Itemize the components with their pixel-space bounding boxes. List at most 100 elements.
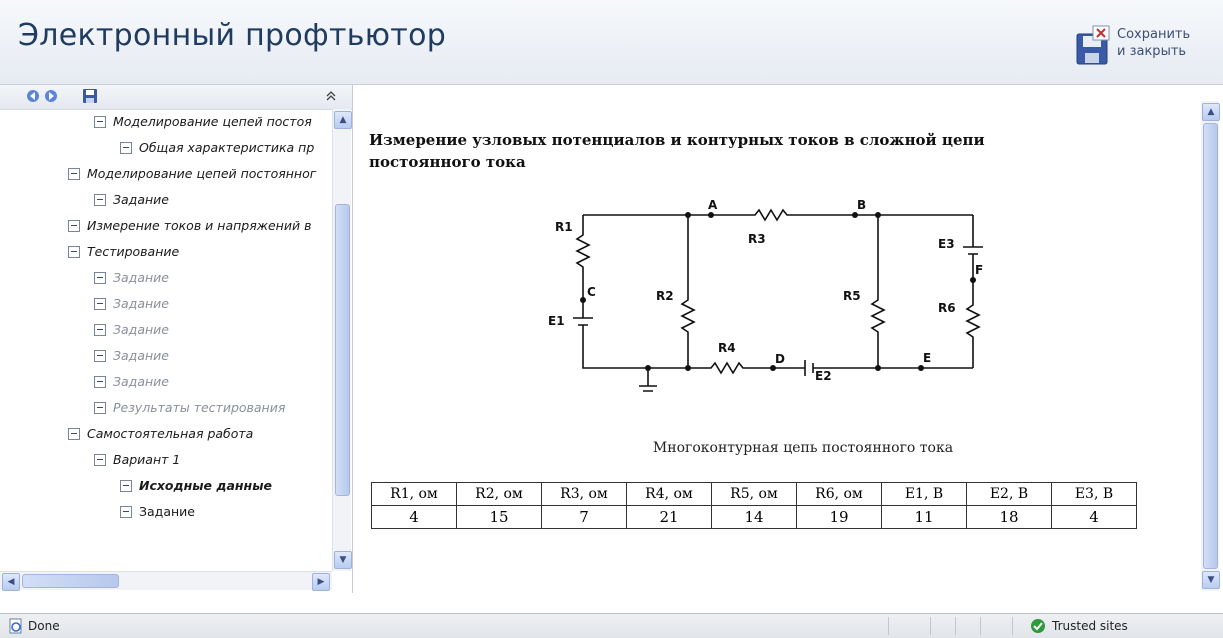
- collapse-box-icon[interactable]: [94, 401, 106, 414]
- tree-hscroll-thumb[interactable]: [22, 574, 119, 588]
- scroll-down-icon[interactable]: ▼: [1202, 571, 1220, 589]
- label-r2: R2: [656, 289, 674, 303]
- content-pane: Измерение узловых потенциалов и контурны…: [353, 85, 1223, 593]
- scroll-up-icon[interactable]: ▲: [334, 111, 352, 129]
- tree-item-general-characteristics[interactable]: Общая характеристика пр: [120, 135, 314, 161]
- table-value-cell: 19: [796, 505, 882, 529]
- table-of-contents-tree: Моделирование цепей постоя Общая характе…: [0, 109, 331, 571]
- tree-item-independent-work[interactable]: Самостоятельная работа: [68, 421, 253, 447]
- page-title: Измерение узловых потенциалов и контурны…: [369, 131, 985, 171]
- collapse-box-icon[interactable]: [68, 427, 80, 440]
- app-title: Электронный профтьютор: [18, 18, 447, 53]
- status-divider: [980, 617, 981, 635]
- table-value-cell: 18: [966, 505, 1052, 529]
- collapse-box-icon[interactable]: [94, 323, 106, 336]
- table-header-cell: E1, В: [881, 482, 967, 506]
- ie-page-icon: [9, 618, 22, 634]
- forward-arrow-icon[interactable]: [44, 89, 58, 103]
- label-node-a: A: [708, 200, 718, 212]
- label-node-b: B: [857, 200, 866, 212]
- save-icon[interactable]: [82, 88, 98, 104]
- collapse-box-icon[interactable]: [94, 115, 106, 128]
- collapse-box-icon[interactable]: [94, 349, 106, 362]
- tree-item-test-results[interactable]: Результаты тестирования: [94, 395, 285, 421]
- collapse-box-icon[interactable]: [94, 297, 106, 310]
- tree-item-test-task-3[interactable]: Задание: [94, 317, 169, 343]
- scroll-down-icon[interactable]: ▼: [334, 551, 352, 569]
- table-header-cell: R5, ом: [711, 482, 797, 506]
- content-scroll-thumb[interactable]: [1203, 123, 1218, 569]
- circuit-diagram: R1 R2 R3 R4 R5 R6 E1 E2 E3 A B C D E F: [548, 200, 983, 392]
- collapse-box-icon[interactable]: [68, 245, 80, 258]
- table-header-cell: E3, В: [1051, 482, 1137, 506]
- scroll-right-icon[interactable]: ▶: [312, 573, 330, 591]
- collapse-box-icon[interactable]: [120, 479, 132, 492]
- save-and-close-label: Сохранить и закрыть: [1117, 27, 1191, 59]
- status-text: Done: [28, 619, 60, 633]
- tree-item-test-task-5[interactable]: Задание: [94, 369, 169, 395]
- collapse-box-icon[interactable]: [68, 219, 80, 232]
- tree-item-test-task-1[interactable]: Задание: [94, 265, 169, 291]
- security-zone[interactable]: Trusted sites: [1052, 619, 1128, 633]
- table-header-cell: R6, ом: [796, 482, 882, 506]
- label-e3: E3: [938, 237, 955, 251]
- table-value-cell: 15: [456, 505, 542, 529]
- scroll-up-icon[interactable]: ▲: [1202, 103, 1220, 121]
- label-r3: R3: [748, 232, 766, 246]
- status-divider: [930, 617, 931, 635]
- save-and-close-button[interactable]: Сохранить и закрыть: [1067, 22, 1217, 74]
- table-header-cell: R2, ом: [456, 482, 542, 506]
- collapse-box-icon[interactable]: [68, 167, 80, 180]
- table-header-row: R1, ом R2, ом R3, ом R4, ом R5, ом R6, о…: [371, 482, 1137, 506]
- status-bar: Done Trusted sites: [0, 613, 1223, 638]
- collapse-box-icon[interactable]: [94, 375, 106, 388]
- nav-toolbar: [0, 85, 352, 110]
- table-header-cell: R1, ом: [371, 482, 457, 506]
- table-header-cell: R4, ом: [626, 482, 712, 506]
- tree-horizontal-scrollbar[interactable]: ◀ ▶: [0, 571, 332, 591]
- table-value-row: 4 15 7 21 14 19 11 18 4: [371, 505, 1137, 529]
- collapse-box-icon[interactable]: [94, 453, 106, 466]
- table-header-cell: R3, ом: [541, 482, 627, 506]
- navigation-pane: Моделирование цепей постоя Общая характе…: [0, 85, 353, 593]
- content-vertical-scrollbar[interactable]: ▲ ▼: [1201, 101, 1220, 591]
- collapse-box-icon[interactable]: [120, 141, 132, 154]
- tree-item-task[interactable]: Задание: [94, 187, 169, 213]
- table-value-cell: 4: [371, 505, 457, 529]
- tree-item-modeling-dc-circuits[interactable]: Моделирование цепей постоя: [94, 109, 312, 135]
- back-arrow-icon[interactable]: [26, 89, 40, 103]
- table-header-cell: E2, В: [966, 482, 1052, 506]
- tree-item-test-task-2[interactable]: Задание: [94, 291, 169, 317]
- label-r1: R1: [555, 220, 573, 234]
- tree-vertical-scrollbar[interactable]: ▲ ▼: [332, 109, 352, 571]
- tree-item-measuring-currents[interactable]: Измерение токов и напряжений в: [68, 213, 311, 239]
- parameters-table: R1, ом R2, ом R3, ом R4, ом R5, ом R6, о…: [371, 482, 1137, 529]
- floppy-disk-icon: [1076, 25, 1110, 65]
- label-r5: R5: [843, 289, 861, 303]
- tree-item-test-task-4[interactable]: Задание: [94, 343, 169, 369]
- status-divider: [1012, 617, 1013, 635]
- status-divider: [888, 617, 889, 635]
- tree-item-variant-1[interactable]: Вариант 1: [94, 447, 180, 473]
- table-value-cell: 14: [711, 505, 797, 529]
- label-node-c: C: [587, 285, 596, 299]
- collapse-box-icon[interactable]: [94, 271, 106, 284]
- table-value-cell: 7: [541, 505, 627, 529]
- status-divider: [955, 617, 956, 635]
- label-r4: R4: [718, 341, 736, 355]
- collapse-box-icon[interactable]: [94, 193, 106, 206]
- label-e2: E2: [815, 369, 832, 383]
- tree-item-variant-task[interactable]: Задание: [120, 499, 195, 525]
- collapse-pane-icon[interactable]: [325, 90, 337, 102]
- scroll-left-icon[interactable]: ◀: [2, 573, 20, 591]
- label-node-d: D: [775, 352, 785, 366]
- table-value-cell: 21: [626, 505, 712, 529]
- label-r6: R6: [938, 301, 956, 315]
- tree-item-modeling-dc-circuits-2[interactable]: Моделирование цепей постоянног: [68, 161, 316, 187]
- circuit-caption: Многоконтурная цепь постоянного тока: [652, 440, 954, 456]
- table-value-cell: 11: [881, 505, 967, 529]
- tree-item-initial-data[interactable]: Исходные данные: [120, 473, 272, 499]
- tree-scroll-thumb[interactable]: [335, 204, 350, 496]
- tree-item-testing[interactable]: Тестирование: [68, 239, 179, 265]
- collapse-box-icon[interactable]: [120, 505, 132, 518]
